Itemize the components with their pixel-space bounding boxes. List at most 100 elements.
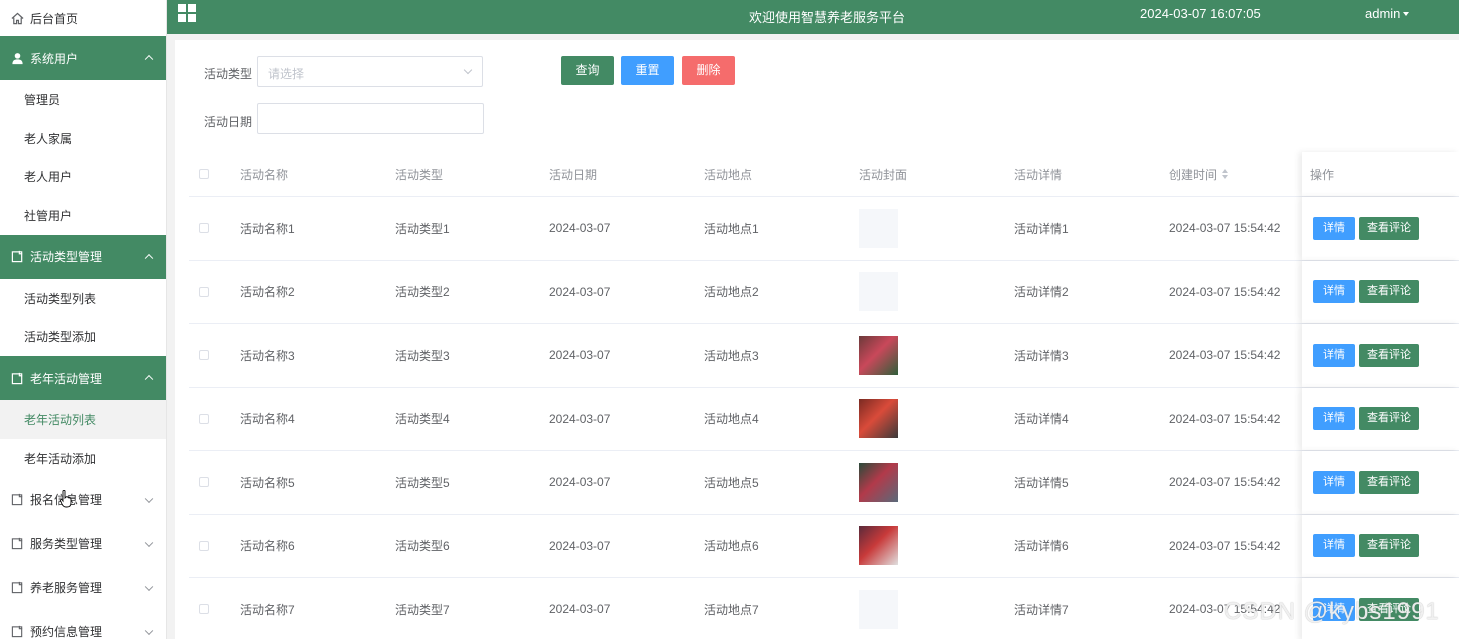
column-header: 创建时间	[1169, 167, 1218, 182]
cell-activity-name: 活动名称1	[240, 221, 295, 236]
chevron-up-icon	[144, 253, 154, 263]
cell-activity-date: 2024-03-07	[549, 348, 611, 363]
table-row: 活动名称6 活动类型6 2024-03-07 活动地点6 活动详情6 2024-03-07…	[189, 514, 1459, 578]
welcome-text: 欢迎使用智慧养老服务平台	[749, 10, 906, 25]
sidebar-item-family[interactable]: 老人家属	[0, 118, 166, 158]
sidebar-item-activity-type-add[interactable]: 活动类型添加	[0, 317, 166, 357]
query-button[interactable]: 查询	[561, 56, 614, 85]
cell-activity-type: 活动类型6	[395, 539, 450, 554]
document-icon	[10, 581, 24, 595]
detail-button[interactable]: 详情	[1313, 407, 1355, 431]
view-comments-button[interactable]: 查看评论	[1359, 280, 1419, 304]
cell-activity-detail: 活动详情1	[1014, 221, 1069, 236]
cell-activity-detail: 活动详情6	[1014, 539, 1069, 554]
sidebar-item-activity-list[interactable]: 老年活动列表	[0, 400, 166, 439]
row-checkbox[interactable]	[199, 413, 209, 424]
cell-activity-name: 活动名称3	[240, 348, 295, 363]
user-menu[interactable]: admin	[1365, 6, 1410, 21]
row-checkbox[interactable]	[199, 604, 209, 615]
cell-activity-place: 活动地点2	[704, 285, 759, 300]
row-actions: 详情 查看评论	[1302, 324, 1459, 387]
row-actions: 详情 查看评论	[1302, 514, 1459, 577]
view-comments-button[interactable]: 查看评论	[1359, 534, 1419, 558]
column-header: 活动类型	[395, 167, 444, 182]
table-row: 活动名称2 活动类型2 2024-03-07 活动地点2 活动详情2 2024-03-07…	[189, 260, 1459, 324]
activity-cover-placeholder[interactable]	[859, 208, 898, 248]
sidebar-item-admin[interactable]: 管理员	[0, 80, 166, 119]
row-actions: 详情 查看评论	[1302, 451, 1459, 514]
detail-button[interactable]: 详情	[1313, 534, 1355, 558]
column-header: 活动日期	[549, 167, 598, 182]
cell-created-time: 2024-03-07 15:54:42	[1169, 538, 1281, 553]
main-content: 活动类型 请选择 活动日期 查询 重置 删除 活动名称 活动类型 活动日期 活动…	[175, 40, 1459, 639]
cell-activity-place: 活动地点4	[704, 412, 759, 427]
cell-activity-detail: 活动详情7	[1014, 602, 1069, 617]
cell-activity-type: 活动类型7	[395, 602, 450, 617]
menu-group-label: 养老服务管理	[30, 581, 103, 595]
row-checkbox[interactable]	[199, 223, 209, 234]
cell-activity-place: 活动地点5	[704, 475, 759, 490]
menu-group-registrations[interactable]: 报名信息管理	[0, 478, 166, 522]
select-placeholder: 请选择	[268, 67, 305, 81]
hand-cursor-icon	[60, 490, 72, 508]
column-header: 活动名称	[240, 167, 289, 182]
home-icon	[10, 11, 24, 25]
delete-button[interactable]: 删除	[682, 56, 735, 85]
menu-group-activity-types[interactable]: 活动类型管理	[0, 234, 166, 279]
activity-cover-placeholder[interactable]	[859, 589, 898, 629]
row-checkbox[interactable]	[199, 477, 209, 488]
activity-type-select[interactable]: 请选择	[257, 56, 483, 87]
activity-date-input[interactable]	[257, 103, 484, 134]
row-checkbox[interactable]	[199, 350, 209, 361]
sidebar-item-activity-type-list[interactable]: 活动类型列表	[0, 278, 166, 318]
document-icon	[10, 250, 24, 264]
chevron-down-icon	[463, 65, 473, 75]
activity-cover-image[interactable]	[859, 462, 898, 502]
reset-button[interactable]: 重置	[621, 56, 674, 85]
sidebar-item-label: 管理员	[24, 92, 61, 107]
row-checkbox[interactable]	[199, 540, 209, 551]
table-row: 活动名称4 活动类型4 2024-03-07 活动地点4 活动详情4 2024-03-07…	[189, 387, 1459, 451]
grid-menu-icon[interactable]	[178, 4, 196, 22]
cell-activity-place: 活动地点7	[704, 602, 759, 617]
sort-icon[interactable]	[1222, 169, 1229, 179]
view-comments-button[interactable]: 查看评论	[1359, 407, 1419, 431]
activity-cover-image[interactable]	[859, 335, 898, 375]
detail-button[interactable]: 详情	[1313, 343, 1355, 367]
view-comments-button[interactable]: 查看评论	[1359, 343, 1419, 367]
activity-cover-placeholder[interactable]	[859, 272, 898, 312]
view-comments-button[interactable]: 查看评论	[1359, 470, 1419, 494]
caret-down-icon	[1403, 12, 1410, 16]
cell-activity-place: 活动地点3	[704, 348, 759, 363]
row-checkbox[interactable]	[199, 286, 209, 297]
select-all-checkbox[interactable]	[199, 169, 209, 179]
activity-cover-image[interactable]	[859, 399, 898, 439]
menu-group-label: 活动类型管理	[30, 250, 103, 265]
menu-group-system-users[interactable]: 系统用户	[0, 36, 166, 80]
sidebar-item-home[interactable]: 后台首页	[0, 0, 166, 36]
activity-type-label: 活动类型	[204, 67, 253, 81]
sidebar-item-community[interactable]: 社管用户	[0, 196, 166, 235]
sidebar-item-activity-add[interactable]: 老年活动添加	[0, 438, 166, 478]
detail-button[interactable]: 详情	[1313, 470, 1355, 494]
cell-created-time: 2024-03-07 15:54:42	[1169, 411, 1281, 426]
sidebar-item-elderly[interactable]: 老人用户	[0, 157, 166, 197]
column-header: 活动详情	[1014, 167, 1063, 182]
view-comments-button[interactable]: 查看评论	[1359, 216, 1419, 240]
activity-table: 活动名称 活动类型 活动日期 活动地点 活动封面 活动详情 创建时间 操作 活动…	[189, 152, 1459, 639]
menu-group-label: 预约信息管理	[30, 625, 103, 639]
cell-activity-detail: 活动详情4	[1014, 412, 1069, 427]
detail-button[interactable]: 详情	[1313, 216, 1355, 240]
table-header-row: 活动名称 活动类型 活动日期 活动地点 活动封面 活动详情 创建时间 操作	[189, 152, 1459, 197]
menu-group-appointments[interactable]: 预约信息管理	[0, 610, 166, 639]
chevron-up-icon	[144, 375, 154, 384]
activity-cover-image[interactable]	[859, 526, 898, 566]
column-header-created[interactable]: 创建时间	[1169, 152, 1229, 196]
cell-activity-type: 活动类型4	[395, 412, 450, 427]
detail-button[interactable]: 详情	[1313, 280, 1355, 304]
menu-group-service-types[interactable]: 服务类型管理	[0, 522, 166, 566]
menu-group-elderly-services[interactable]: 养老服务管理	[0, 566, 166, 610]
cell-activity-detail: 活动详情3	[1014, 348, 1069, 363]
menu-group-elderly-activities[interactable]: 老年活动管理	[0, 356, 166, 401]
sidebar-item-label: 老年活动添加	[24, 451, 97, 466]
